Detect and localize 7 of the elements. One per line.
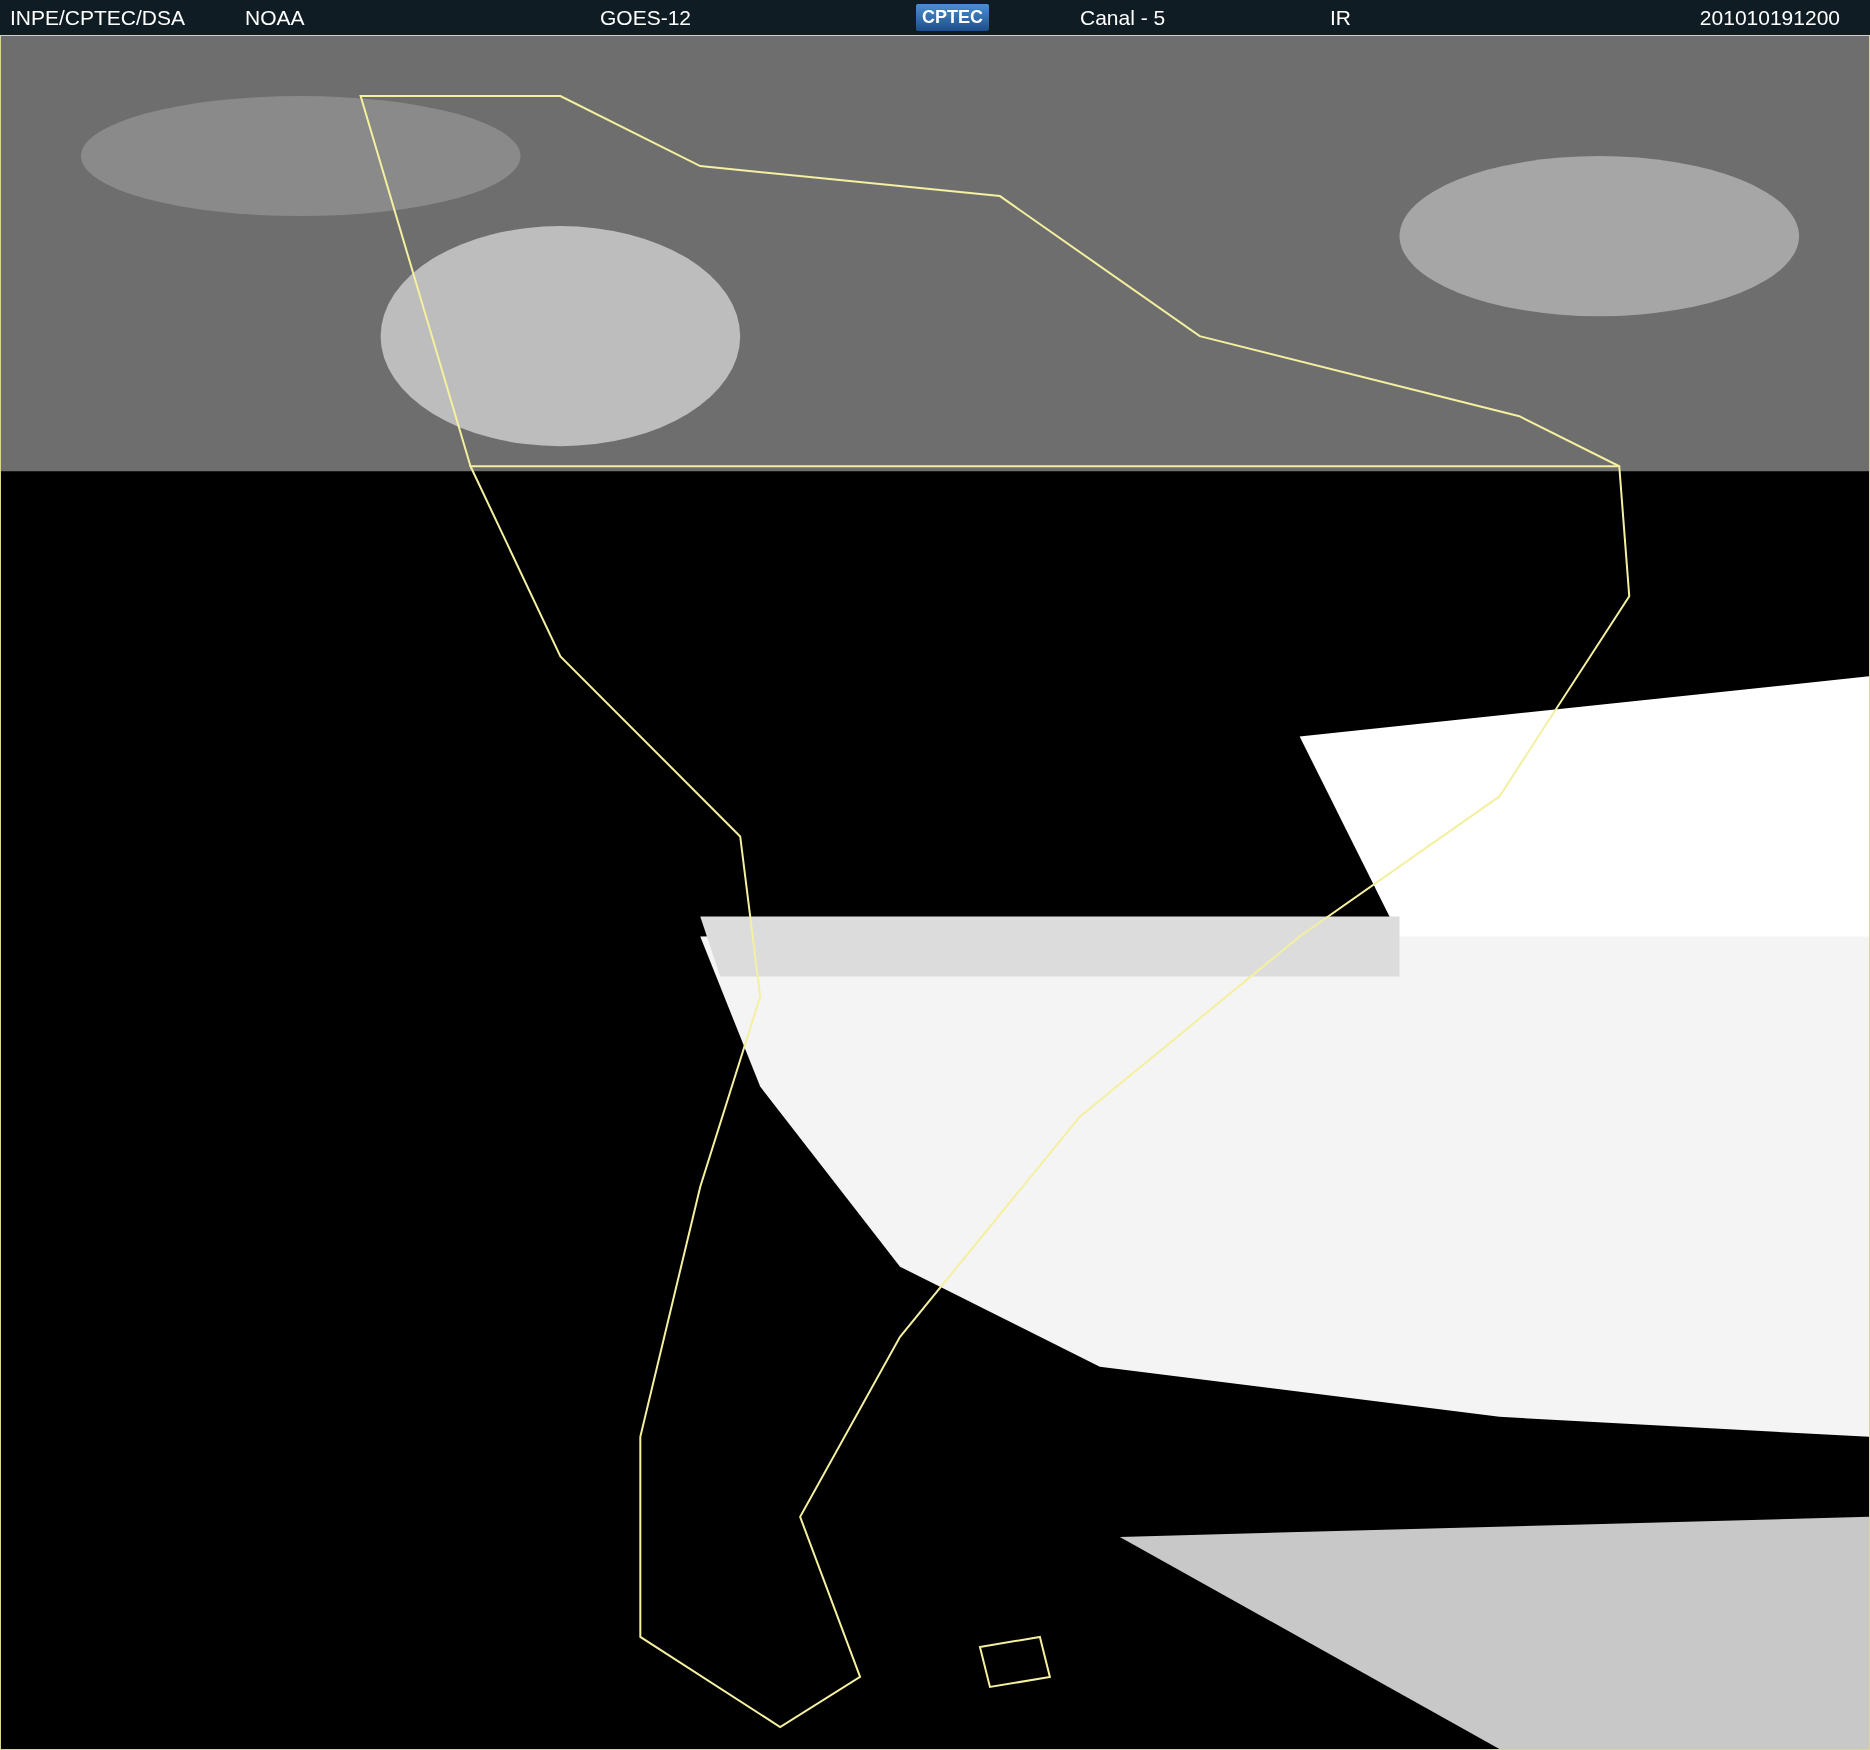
header-label: GOES-12 <box>600 5 692 30</box>
header-label: 201010191200 <box>1699 5 1840 30</box>
header-label: IR <box>1330 5 1351 30</box>
header-label: NOAA <box>245 5 305 30</box>
logo: CPTEC <box>916 4 989 31</box>
header-label: INPE/CPTEC/DSA <box>10 5 186 30</box>
header-label: Canal - 5 <box>1080 5 1166 30</box>
